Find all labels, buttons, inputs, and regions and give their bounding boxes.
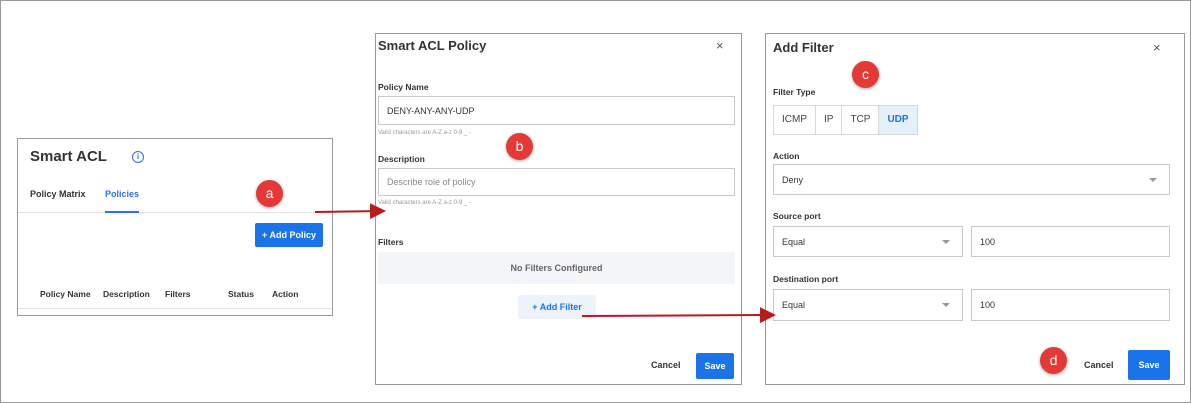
arrow-a-to-b (314, 203, 386, 220)
arrow-b-to-c (581, 307, 776, 324)
flow-arrows (314, 203, 776, 324)
